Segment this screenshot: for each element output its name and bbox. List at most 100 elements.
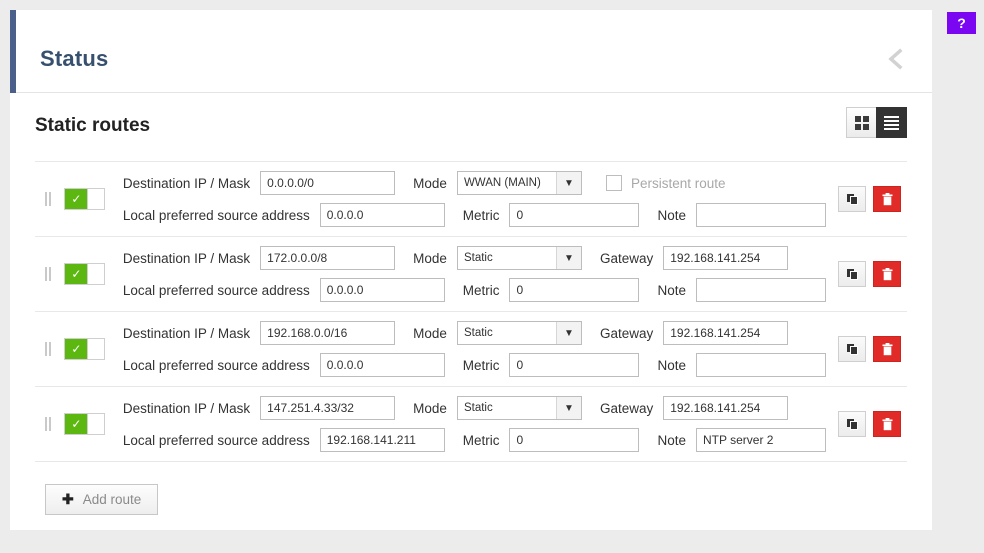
copy-icon bbox=[846, 193, 858, 205]
view-toggle bbox=[846, 107, 907, 138]
mode-select-value: Static bbox=[463, 252, 493, 264]
mode-select[interactable]: Static ▼ bbox=[456, 321, 582, 345]
copy-route-button[interactable] bbox=[838, 336, 866, 362]
destination-label: Destination IP / Mask bbox=[122, 400, 251, 416]
static-routes-section: Static routes ✓ Destination IP / Mask Mode… bbox=[10, 93, 932, 515]
route-fields-line-1: Destination IP / Mask Mode WWAN (MAIN) ▼ Per… bbox=[123, 167, 826, 199]
route-fields-line-1: Destination IP / Mask Mode Static ▼ Gateway bbox=[123, 317, 826, 349]
destination-label: Destination IP / Mask bbox=[122, 250, 251, 266]
gateway-label: Gateway bbox=[599, 325, 654, 341]
local-source-input[interactable] bbox=[319, 353, 445, 377]
toggle-check-icon: ✓ bbox=[65, 339, 88, 359]
metric-input[interactable] bbox=[509, 203, 640, 227]
trash-icon bbox=[882, 267, 892, 280]
route-enable-toggle[interactable]: ✓ bbox=[64, 263, 105, 285]
chevron-down-icon: ▼ bbox=[555, 247, 581, 269]
note-label: Note bbox=[657, 432, 686, 448]
route-enable-toggle[interactable]: ✓ bbox=[64, 188, 105, 210]
chevron-down-icon: ▼ bbox=[555, 322, 581, 344]
gateway-label: Gateway bbox=[599, 400, 654, 416]
route-fields: Destination IP / Mask Mode Static ▼ Gateway L… bbox=[123, 392, 826, 456]
route-enable-toggle[interactable]: ✓ bbox=[64, 338, 105, 360]
add-route-button[interactable]: ✚ Add route bbox=[45, 484, 159, 515]
copy-route-button[interactable] bbox=[838, 411, 866, 437]
mode-select-value: Static bbox=[463, 402, 493, 414]
note-label: Note bbox=[657, 207, 686, 223]
mode-select[interactable]: Static ▼ bbox=[456, 396, 582, 420]
drag-handle[interactable] bbox=[40, 192, 55, 206]
mode-label: Mode bbox=[413, 400, 447, 416]
local-source-label: Local preferred source address bbox=[122, 432, 310, 448]
persistent-route-label: Persistent route bbox=[630, 175, 726, 191]
note-input[interactable] bbox=[696, 428, 826, 452]
delete-route-button[interactable] bbox=[873, 261, 901, 287]
metric-input[interactable] bbox=[509, 278, 640, 302]
metric-label: Metric bbox=[462, 282, 500, 298]
route-fields-line-2: Local preferred source address Metric Note bbox=[123, 274, 826, 306]
route-row: ✓ Destination IP / Mask Mode Static ▼ Gateway… bbox=[35, 237, 907, 312]
note-input[interactable] bbox=[696, 203, 826, 227]
metric-label: Metric bbox=[462, 357, 500, 373]
metric-input[interactable] bbox=[509, 428, 640, 452]
drag-handle[interactable] bbox=[40, 342, 55, 356]
route-fields: Destination IP / Mask Mode WWAN (MAIN) ▼ Per… bbox=[123, 167, 826, 231]
local-source-label: Local preferred source address bbox=[122, 282, 310, 298]
list-view-button[interactable] bbox=[876, 107, 907, 138]
gateway-input[interactable] bbox=[663, 321, 789, 345]
gateway-input[interactable] bbox=[663, 396, 789, 420]
add-route-label: Add route bbox=[82, 492, 142, 507]
metric-label: Metric bbox=[462, 432, 500, 448]
toggle-knob bbox=[87, 264, 104, 284]
copy-icon bbox=[846, 418, 858, 430]
metric-input[interactable] bbox=[509, 353, 640, 377]
local-source-input[interactable] bbox=[319, 203, 445, 227]
section-title: Static routes bbox=[35, 115, 151, 136]
local-source-label: Local preferred source address bbox=[122, 207, 310, 223]
delete-route-button[interactable] bbox=[873, 336, 901, 362]
copy-route-button[interactable] bbox=[838, 261, 866, 287]
chevron-down-icon: ▼ bbox=[555, 172, 581, 194]
copy-icon bbox=[846, 268, 858, 280]
mode-label: Mode bbox=[413, 250, 447, 266]
persistent-route-checkbox[interactable] bbox=[605, 175, 622, 191]
section-header: Static routes bbox=[35, 93, 907, 161]
destination-input[interactable] bbox=[260, 396, 396, 420]
route-fields-line-1: Destination IP / Mask Mode Static ▼ Gateway bbox=[123, 242, 826, 274]
destination-input[interactable] bbox=[260, 246, 396, 270]
page-title: Status bbox=[40, 46, 109, 71]
route-actions bbox=[826, 411, 901, 437]
note-input[interactable] bbox=[696, 353, 826, 377]
route-actions bbox=[826, 336, 901, 362]
status-card: Status Static routes ✓ Destination IP / … bbox=[10, 10, 932, 530]
route-fields: Destination IP / Mask Mode Static ▼ Gateway L… bbox=[123, 242, 826, 306]
mode-select[interactable]: WWAN (MAIN) ▼ bbox=[456, 171, 582, 195]
copy-icon bbox=[846, 343, 858, 355]
route-enable-toggle[interactable]: ✓ bbox=[64, 413, 105, 435]
note-input[interactable] bbox=[696, 278, 826, 302]
toggle-check-icon: ✓ bbox=[65, 264, 88, 284]
toggle-knob bbox=[87, 414, 104, 434]
copy-route-button[interactable] bbox=[838, 186, 866, 212]
drag-handle[interactable] bbox=[40, 417, 55, 431]
chevron-left-icon[interactable] bbox=[884, 46, 910, 72]
route-row: ✓ Destination IP / Mask Mode WWAN (MAIN) ▼ Pe… bbox=[35, 162, 907, 237]
mode-select[interactable]: Static ▼ bbox=[456, 246, 582, 270]
route-fields-line-2: Local preferred source address Metric Note bbox=[123, 199, 826, 231]
local-source-label: Local preferred source address bbox=[122, 357, 310, 373]
header-accent-bar bbox=[10, 10, 16, 93]
destination-input[interactable] bbox=[260, 321, 396, 345]
trash-icon bbox=[882, 192, 892, 205]
drag-handle[interactable] bbox=[40, 267, 55, 281]
help-badge[interactable]: ? bbox=[947, 12, 976, 34]
grid-view-button[interactable] bbox=[846, 107, 877, 138]
route-fields-line-1: Destination IP / Mask Mode Static ▼ Gateway bbox=[123, 392, 826, 424]
local-source-input[interactable] bbox=[319, 278, 445, 302]
local-source-input[interactable] bbox=[319, 428, 445, 452]
destination-input[interactable] bbox=[260, 171, 396, 195]
mode-label: Mode bbox=[413, 175, 447, 191]
delete-route-button[interactable] bbox=[873, 186, 901, 212]
delete-route-button[interactable] bbox=[873, 411, 901, 437]
routes-list: ✓ Destination IP / Mask Mode WWAN (MAIN) ▼ Pe… bbox=[35, 161, 907, 462]
gateway-input[interactable] bbox=[663, 246, 789, 270]
route-row: ✓ Destination IP / Mask Mode Static ▼ Gateway… bbox=[35, 312, 907, 387]
